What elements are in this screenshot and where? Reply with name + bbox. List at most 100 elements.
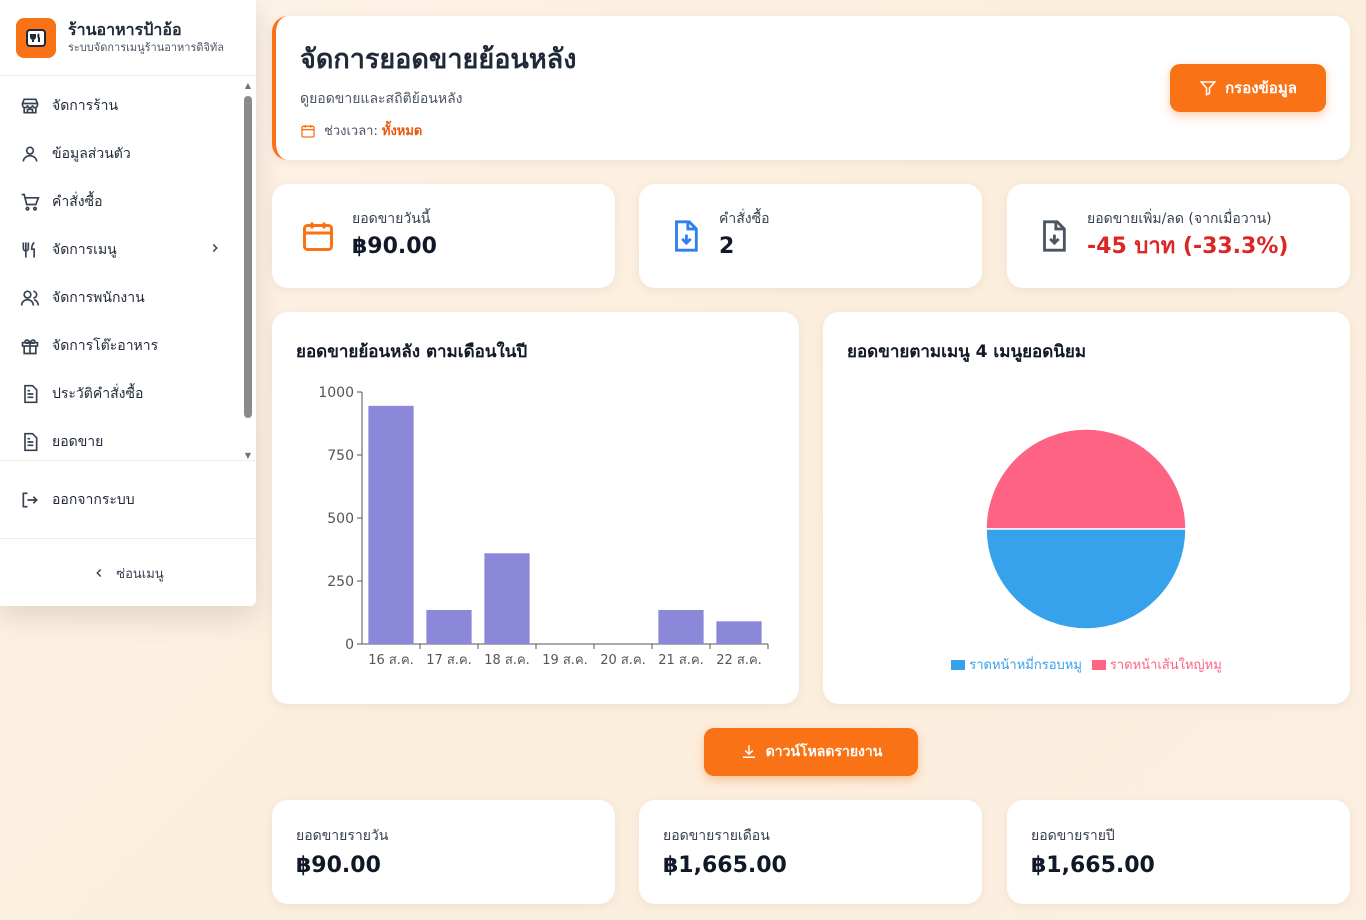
logout-label: ออกจากระบบ — [52, 492, 135, 508]
menu-sales-pie-chart — [985, 428, 1187, 630]
calendar-icon — [300, 123, 316, 139]
page-header: จัดการยอดขายย้อนหลัง ดูยอดขายและสถิติย้อ… — [272, 16, 1350, 160]
brand-subtitle: ระบบจัดการเมนูร้านอาหารดิจิทัล — [68, 40, 224, 54]
download-icon — [740, 743, 758, 761]
pie-legend: ราดหน้าหมี่กรอบหมู ราดหน้าเส้นใหญ่หมู — [823, 654, 1350, 675]
sidebar-item-orders[interactable]: คำสั่งซื้อ — [0, 178, 242, 226]
stat-label: ยอดขายเพิ่ม/ลด (จากเมื่อวาน) — [1087, 211, 1272, 227]
calendar-icon — [298, 217, 338, 255]
summary-card-monthly: ยอดขายรายเดือน ฿1,665.00 — [639, 800, 982, 904]
summary-value: ฿90.00 — [296, 853, 381, 878]
sidebar-item-profile[interactable]: ข้อมูลส่วนตัว — [0, 130, 242, 178]
period-label: ช่วงเวลา: — [324, 124, 378, 139]
legend-label: ราดหน้าเส้นใหญ่หมู — [1109, 658, 1222, 673]
divider — [0, 538, 256, 539]
legend-item[interactable]: ราดหน้าหมี่กรอบหมู — [951, 654, 1082, 675]
filter-icon — [1199, 79, 1217, 97]
logout-button[interactable]: ออกจากระบบ — [0, 476, 256, 524]
chevron-left-icon — [92, 566, 106, 580]
utensils-icon — [20, 240, 40, 260]
summary-value: ฿1,665.00 — [1031, 853, 1155, 878]
sidebar-item-label: ข้อมูลส่วนตัว — [52, 146, 131, 162]
summary-label: ยอดขายรายเดือน — [663, 828, 770, 844]
chevron-right-icon — [208, 241, 222, 259]
stat-value: 2 — [719, 234, 735, 259]
brand: ร้านอาหารป้าอ้อ ระบบจัดการเมนูร้านอาหารด… — [0, 0, 256, 76]
sidebar-item-menu[interactable]: จัดการเมนู — [0, 226, 242, 274]
legend-item[interactable]: ราดหน้าเส้นใหญ่หมู — [1091, 654, 1222, 675]
sidebar-item-label: จัดการพนักงาน — [52, 290, 145, 306]
bar — [368, 405, 414, 644]
x-tick-label: 18 ส.ค. — [484, 653, 530, 668]
x-tick-label: 22 ส.ค. — [716, 653, 762, 668]
stat-label: คำสั่งซื้อ — [719, 211, 770, 227]
legend-swatch — [1091, 659, 1106, 670]
x-tick-label: 16 ส.ค. — [368, 653, 414, 668]
sidebar-item-tables[interactable]: จัดการโต๊ะอาหาร — [0, 322, 242, 370]
document-icon — [20, 384, 40, 404]
period-value: ทั้งหมด — [381, 124, 423, 139]
summary-label: ยอดขายรายปี — [1031, 828, 1115, 844]
scroll-thumb[interactable] — [244, 96, 252, 418]
sidebar-item-label: คำสั่งซื้อ — [52, 194, 103, 210]
users-icon — [20, 288, 40, 308]
sidebar-item-label: จัดการเมนู — [52, 242, 117, 258]
sidebar-scrollbar[interactable]: ▲ ▼ — [242, 82, 254, 460]
stat-value: -45 บาท (-33.3%) — [1087, 234, 1289, 259]
period-indicator: ช่วงเวลา: ทั้งหมด — [300, 120, 1324, 141]
stat-card-sales-change: ยอดขายเพิ่ม/ลด (จากเมื่อวาน) -45 บาท (-3… — [1007, 184, 1350, 288]
pie-slice — [985, 428, 1187, 530]
sidebar-item-label: จัดการร้าน — [52, 98, 119, 114]
download-report-button[interactable]: ดาวน์โหลดรายงาน — [704, 728, 918, 776]
sidebar-item-staff[interactable]: จัดการพนักงาน — [0, 274, 242, 322]
logout-icon — [20, 490, 40, 510]
sidebar-item-label: ประวัติคำสั่งซื้อ — [52, 386, 144, 402]
x-tick-label: 20 ส.ค. — [600, 653, 646, 668]
sidebar-menu: จัดการร้าน ข้อมูลส่วนตัว คำสั่งซื้อ จัดก… — [0, 82, 242, 460]
sidebar-item-sales[interactable]: ยอดขาย — [0, 418, 242, 460]
x-tick-label: 17 ส.ค. — [426, 653, 472, 668]
y-tick-label: 1000 — [318, 385, 354, 401]
x-tick-label: 21 ส.ค. — [658, 653, 704, 668]
file-download-icon — [665, 216, 705, 256]
y-tick-label: 750 — [327, 448, 354, 464]
store-icon — [20, 96, 40, 116]
sidebar-item-label: จัดการโต๊ะอาหาร — [52, 338, 159, 354]
brand-title: ร้านอาหารป้าอ้อ — [68, 19, 182, 39]
bar — [716, 621, 762, 644]
scroll-up-arrow-icon[interactable]: ▲ — [244, 82, 252, 90]
filter-button-label: กรองข้อมูล — [1225, 79, 1297, 97]
bar-chart-title: ยอดขายย้อนหลัง ตามเดือนในปี — [296, 342, 528, 362]
stat-card-today-sales: ยอดขายวันนี้ ฿90.00 — [272, 184, 615, 288]
stat-label: ยอดขายวันนี้ — [352, 211, 431, 227]
sidebar-item-store[interactable]: จัดการร้าน — [0, 82, 242, 130]
restaurant-logo-icon — [16, 17, 56, 58]
y-tick-label: 500 — [327, 511, 354, 527]
summary-card-daily: ยอดขายรายวัน ฿90.00 — [272, 800, 615, 904]
pie-slice — [985, 528, 1187, 630]
summary-value: ฿1,665.00 — [663, 853, 787, 878]
bar-chart-card: ยอดขายย้อนหลัง ตามเดือนในปี 0 250 500 750 10… — [272, 312, 799, 704]
sidebar-item-order-history[interactable]: ประวัติคำสั่งซื้อ — [0, 370, 242, 418]
sales-bar-chart: 0 250 500 750 1000 16 ส.ค. 17 ส.ค. 18 ส.ค. 19 ส.… — [318, 385, 769, 668]
legend-swatch — [951, 659, 966, 670]
stat-card-orders: คำสั่งซื้อ 2 — [639, 184, 982, 288]
stat-value: ฿90.00 — [352, 234, 437, 259]
sidebar-item-label: ยอดขาย — [52, 434, 104, 450]
bar — [426, 609, 472, 644]
collapse-menu-label: ซ่อนเมนู — [116, 566, 164, 582]
divider — [0, 460, 256, 461]
legend-label: ราดหน้าหมี่กรอบหมู — [969, 658, 1082, 673]
gift-icon — [20, 336, 40, 356]
filter-button[interactable]: กรองข้อมูล — [1170, 64, 1326, 112]
collapse-menu-button[interactable]: ซ่อนเมนู — [0, 556, 256, 590]
scroll-down-arrow-icon[interactable]: ▼ — [244, 452, 252, 460]
bar — [658, 609, 704, 644]
pie-chart-title: ยอดขายตามเมนู 4 เมนูยอดนิยม — [847, 342, 1087, 362]
sidebar: ร้านอาหารป้าอ้อ ระบบจัดการเมนูร้านอาหารด… — [0, 0, 256, 606]
x-tick-label: 19 ส.ค. — [542, 653, 588, 668]
file-download-icon — [1033, 216, 1073, 256]
y-tick-label: 250 — [327, 574, 354, 590]
document-icon — [20, 432, 40, 452]
summary-card-yearly: ยอดขายรายปี ฿1,665.00 — [1007, 800, 1350, 904]
